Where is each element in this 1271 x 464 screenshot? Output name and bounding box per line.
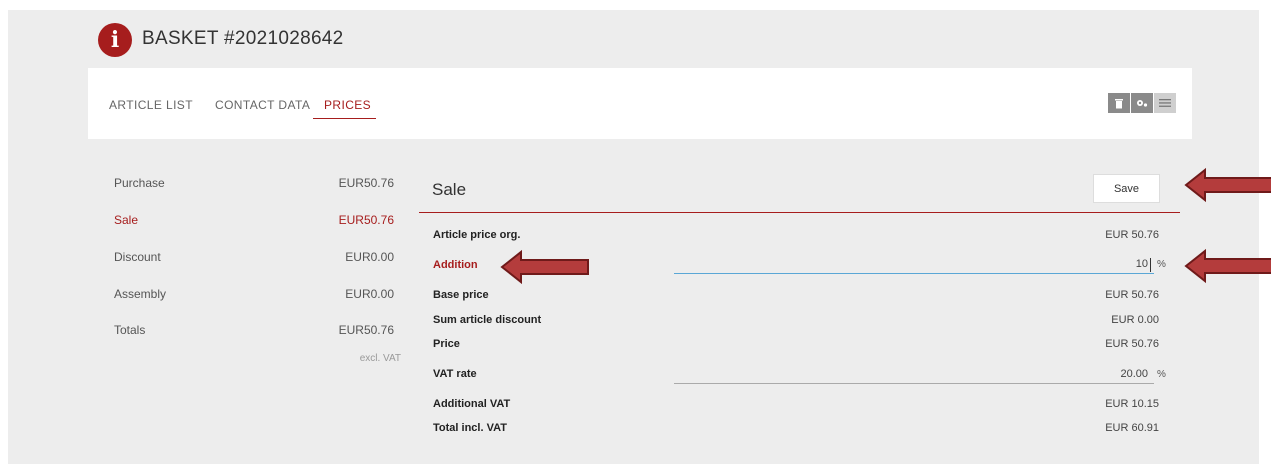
sidebar-value-purchase: EUR50.76 xyxy=(338,176,394,190)
sidebar-value-totals: EUR50.76 xyxy=(338,323,394,337)
info-icon: i xyxy=(98,23,132,57)
price-label: Price xyxy=(433,338,460,350)
trash-icon[interactable] xyxy=(1108,93,1130,113)
additional-vat-value: EUR 10.15 xyxy=(1105,398,1159,410)
vat-rate-unit: % xyxy=(1157,369,1166,380)
sum-article-discount-value: EUR 0.00 xyxy=(1111,314,1159,326)
sidebar-value-assembly: EUR0.00 xyxy=(345,287,394,301)
addition-input[interactable]: 10 xyxy=(1136,258,1148,270)
base-price-label: Base price xyxy=(433,289,489,301)
section-divider xyxy=(419,212,1180,213)
tab-article-list[interactable]: ARTICLE LIST xyxy=(109,98,193,112)
text-caret xyxy=(1150,258,1151,272)
article-price-org-label: Article price org. xyxy=(433,229,521,241)
sidebar-item-discount[interactable]: Discount xyxy=(114,250,161,264)
tab-bar: ARTICLE LIST CONTACT DATA PRICES xyxy=(88,68,1192,139)
sum-article-discount-label: Sum article discount xyxy=(433,314,542,326)
price-value: EUR 50.76 xyxy=(1105,338,1159,350)
vat-rate-input[interactable]: 20.00 xyxy=(1120,368,1148,380)
settings-icon[interactable] xyxy=(1131,93,1153,113)
article-price-org-value: EUR 50.76 xyxy=(1105,229,1159,241)
addition-label: Addition xyxy=(433,259,478,271)
sale-section-title: Sale xyxy=(432,180,467,199)
tab-prices[interactable]: PRICES xyxy=(324,98,371,112)
sidebar-value-discount: EUR0.00 xyxy=(345,250,394,264)
page-title: BASKET #2021028642 xyxy=(142,28,344,49)
sidebar-item-purchase[interactable]: Purchase xyxy=(114,176,165,190)
base-price-value: EUR 50.76 xyxy=(1105,289,1159,301)
list-icon[interactable] xyxy=(1154,93,1176,113)
annotation-arrow-save xyxy=(1184,167,1271,203)
sidebar-item-totals[interactable]: Totals xyxy=(114,323,145,337)
vat-rate-label: VAT rate xyxy=(433,368,477,380)
sidebar-item-sale[interactable]: Sale xyxy=(114,213,138,227)
annotation-arrow-addition-input xyxy=(1184,248,1271,284)
sidebar-item-assembly[interactable]: Assembly xyxy=(114,287,166,301)
sidebar-value-sale: EUR50.76 xyxy=(338,213,394,227)
addition-input-underline xyxy=(674,273,1154,274)
excl-vat-note: excl. VAT xyxy=(359,353,401,364)
active-tab-underline xyxy=(313,118,376,119)
vat-rate-input-underline xyxy=(674,383,1154,384)
addition-unit: % xyxy=(1157,259,1166,270)
toolbar xyxy=(1108,93,1176,113)
tab-contact-data[interactable]: CONTACT DATA xyxy=(215,98,310,112)
save-button[interactable]: Save xyxy=(1093,174,1160,203)
additional-vat-label: Additional VAT xyxy=(433,398,511,410)
annotation-arrow-addition-label xyxy=(500,249,589,285)
total-incl-vat-label: Total incl. VAT xyxy=(433,422,507,434)
total-incl-vat-value: EUR 60.91 xyxy=(1105,422,1159,434)
